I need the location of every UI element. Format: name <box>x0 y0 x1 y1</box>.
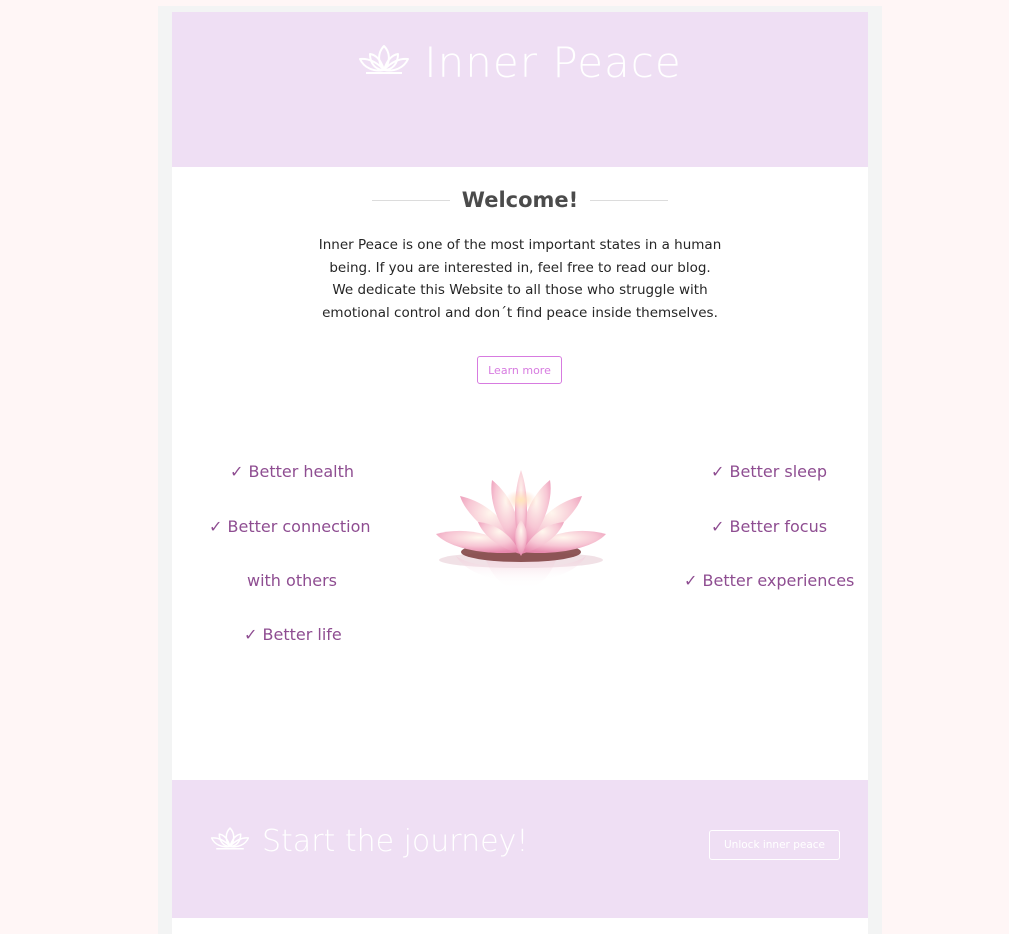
site-brand[interactable]: Inner Peace <box>172 38 868 90</box>
benefit-item: ✓ Better health <box>230 462 355 481</box>
intro-text: Inner Peace is one of the most important… <box>318 237 722 321</box>
divider <box>371 199 450 201</box>
benefit-item: ✓ Better sleep <box>711 462 827 481</box>
benefit-item: ✓ Better experiences <box>684 571 855 590</box>
benefit-item: ✓ Better connection <box>209 517 371 536</box>
benefit-item: with others <box>247 571 337 590</box>
unlock-inner-peace-button[interactable]: Unlock inner peace <box>709 830 840 860</box>
site-title: Inner Peace <box>424 38 682 87</box>
lotus-icon <box>210 824 262 859</box>
divider <box>590 199 669 201</box>
lotus-icon <box>358 37 410 86</box>
header-banner: Inner Peace <box>172 12 868 167</box>
lotus-flower-image <box>426 460 616 610</box>
page-container: Inner Peace Welcome! Inner Peace is one … <box>172 12 868 934</box>
journey-title: Start the journey! <box>262 824 529 859</box>
benefit-item: ✓ Better life <box>244 625 342 644</box>
benefit-item: ✓ Better focus <box>711 517 828 536</box>
welcome-heading: Welcome! <box>461 188 579 212</box>
learn-more-button[interactable]: Learn more <box>477 356 562 384</box>
welcome-heading-row: Welcome! <box>172 185 868 215</box>
journey-heading: Start the journey! <box>210 824 528 859</box>
footer-banner: Start the journey! Unlock inner peace <box>172 780 868 918</box>
